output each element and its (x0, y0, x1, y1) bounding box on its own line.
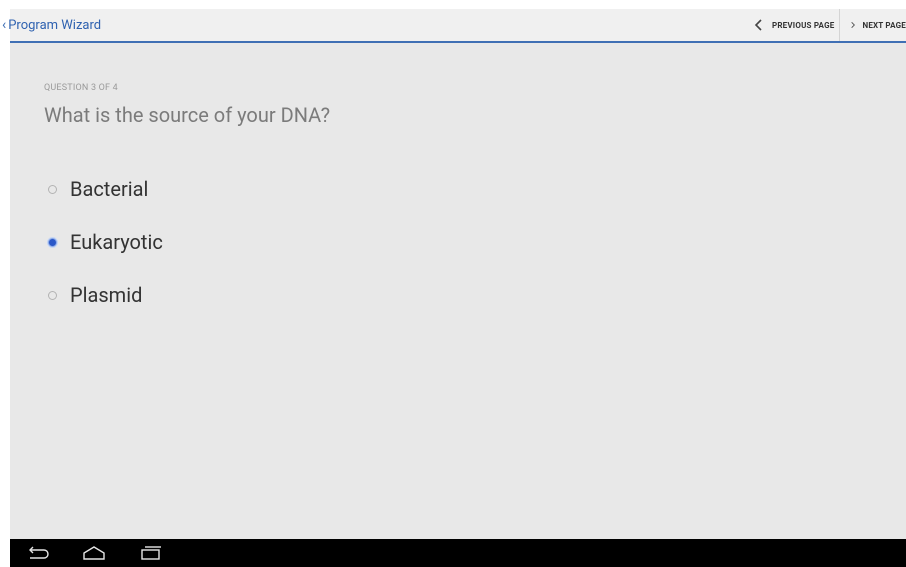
radio-button[interactable] (48, 290, 57, 300)
action-bar: ‹ Program Wizard PREVIOUS PAGE NEXT PAGE (2, 9, 906, 43)
back-icon[interactable] (24, 543, 52, 563)
option-label: Bacterial (70, 177, 149, 201)
recents-icon[interactable] (136, 543, 164, 563)
option-label: Eukaryotic (70, 230, 163, 254)
app-title: Program Wizard (8, 17, 102, 33)
question-progress: QUESTION 3 OF 4 (44, 83, 118, 93)
system-navigation-bar (10, 539, 906, 567)
option-eukaryotic[interactable]: Eukaryotic (48, 228, 163, 256)
action-divider (839, 9, 840, 41)
option-label: Plasmid (70, 283, 143, 307)
screen: ‹ Program Wizard PREVIOUS PAGE NEXT PAGE… (0, 0, 906, 567)
app-window: ‹ Program Wizard PREVIOUS PAGE NEXT PAGE… (2, 9, 906, 539)
radio-button-selected[interactable] (48, 237, 57, 247)
chevron-right-icon (851, 22, 855, 28)
home-icon[interactable] (80, 543, 108, 563)
previous-page-label: PREVIOUS PAGE (772, 20, 835, 30)
option-bacterial[interactable]: Bacterial (48, 175, 148, 203)
previous-page-button[interactable]: PREVIOUS PAGE (752, 9, 834, 41)
question-title: What is the source of your DNA? (44, 103, 331, 127)
next-page-button[interactable]: NEXT PAGE (849, 9, 906, 41)
radio-button[interactable] (48, 184, 57, 194)
chevron-left-icon (754, 19, 762, 31)
chevron-left-icon: ‹ (2, 17, 7, 33)
up-button[interactable]: ‹ Program Wizard (2, 9, 101, 41)
option-plasmid[interactable]: Plasmid (48, 281, 142, 309)
next-page-label: NEXT PAGE (862, 20, 906, 30)
